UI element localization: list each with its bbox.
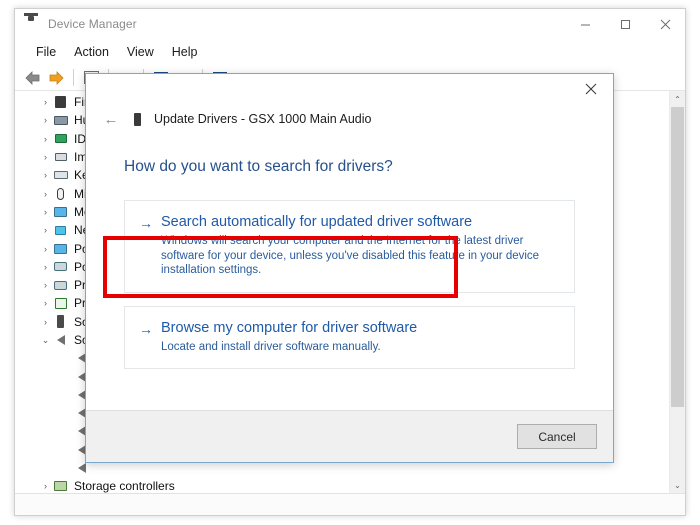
tree-scrollbar[interactable]: ⌃ ⌄: [669, 91, 685, 493]
title-bar: Device Manager: [15, 9, 685, 39]
close-icon[interactable]: [645, 9, 685, 39]
chevron-right-icon[interactable]: ›: [39, 115, 52, 125]
tree-item-storage-controllers[interactable]: › Storage controllers: [15, 477, 669, 493]
monitor-icon: [52, 204, 69, 219]
mouse-icon: [52, 186, 69, 201]
chevron-right-icon[interactable]: ›: [39, 262, 52, 272]
maximize-icon[interactable]: [605, 9, 645, 39]
dialog-close-icon[interactable]: [569, 74, 613, 104]
hid-icon: [52, 113, 69, 128]
minimize-icon[interactable]: [565, 9, 605, 39]
scrollbar-thumb[interactable]: [671, 107, 684, 407]
chevron-right-icon[interactable]: ›: [39, 207, 52, 217]
chevron-right-icon[interactable]: ›: [39, 280, 52, 290]
scroll-up-icon[interactable]: ⌃: [670, 91, 685, 107]
menu-item-help[interactable]: Help: [163, 42, 207, 62]
sound-icon: [52, 333, 69, 348]
portable-device-icon: [52, 241, 69, 256]
chevron-right-icon[interactable]: ›: [39, 189, 52, 199]
dialog-body: How do you want to search for drivers? →…: [86, 132, 613, 410]
firmware-icon: [52, 95, 69, 110]
update-drivers-dialog: ← Update Drivers - GSX 1000 Main Audio H…: [85, 73, 614, 463]
ide-icon: [52, 131, 69, 146]
tree-item-label: Storage controllers: [74, 479, 175, 493]
menu-item-action[interactable]: Action: [65, 42, 118, 62]
option-browse-my-computer[interactable]: → Browse my computer for driver software…: [124, 305, 575, 369]
network-icon: [52, 223, 69, 238]
scroll-down-icon[interactable]: ⌄: [670, 477, 685, 493]
option-description: Windows will search your computer and th…: [161, 235, 540, 276]
forward-arrow-icon[interactable]: [45, 67, 67, 89]
chevron-right-icon[interactable]: ›: [39, 317, 52, 327]
dialog-heading: How do you want to search for drivers?: [124, 158, 393, 175]
dialog-title-bar: [86, 74, 613, 106]
chevron-right-icon[interactable]: ›: [39, 244, 52, 254]
software-device-icon: [52, 314, 69, 329]
option-description: Locate and install driver software manua…: [161, 340, 381, 353]
back-icon[interactable]: ←: [100, 108, 122, 130]
chevron-right-icon[interactable]: ›: [39, 152, 52, 162]
chevron-right-icon[interactable]: ›: [39, 97, 52, 107]
option-title: Browse my computer for driver software: [161, 319, 418, 336]
arrow-right-icon: →: [139, 215, 153, 231]
menu-bar: File Action View Help: [15, 39, 685, 65]
status-bar: [15, 493, 685, 515]
cancel-button[interactable]: Cancel: [517, 424, 597, 449]
chevron-right-icon[interactable]: ›: [39, 481, 52, 491]
toolbar-separator: [73, 69, 74, 86]
printer-icon: [52, 278, 69, 293]
keyboard-icon: [52, 168, 69, 183]
chevron-down-icon[interactable]: ⌄: [39, 335, 52, 346]
device-manager-icon: [24, 16, 40, 32]
menu-item-file[interactable]: File: [27, 42, 65, 62]
dialog-footer: Cancel: [86, 410, 613, 462]
option-title: Search automatically for updated driver …: [161, 214, 473, 230]
chevron-right-icon[interactable]: ›: [39, 225, 52, 235]
chevron-right-icon[interactable]: ›: [39, 134, 52, 144]
arrow-right-icon: →: [139, 320, 153, 337]
scrollbar-track[interactable]: [670, 107, 685, 477]
dialog-title: Update Drivers - GSX 1000 Main Audio: [154, 112, 372, 126]
imaging-icon: [52, 150, 69, 165]
window-controls: [565, 9, 685, 39]
dialog-header: ← Update Drivers - GSX 1000 Main Audio: [86, 106, 613, 132]
option-search-automatically[interactable]: → Search automatically for updated drive…: [124, 200, 575, 293]
processor-icon: [52, 296, 69, 311]
chevron-right-icon[interactable]: ›: [39, 298, 52, 308]
storage-icon: [52, 479, 69, 493]
back-arrow-icon[interactable]: [21, 67, 43, 89]
window-title: Device Manager: [48, 17, 137, 31]
menu-item-view[interactable]: View: [118, 42, 163, 62]
device-icon: [128, 112, 146, 126]
ports-icon: [52, 259, 69, 274]
chevron-right-icon[interactable]: ›: [39, 170, 52, 180]
